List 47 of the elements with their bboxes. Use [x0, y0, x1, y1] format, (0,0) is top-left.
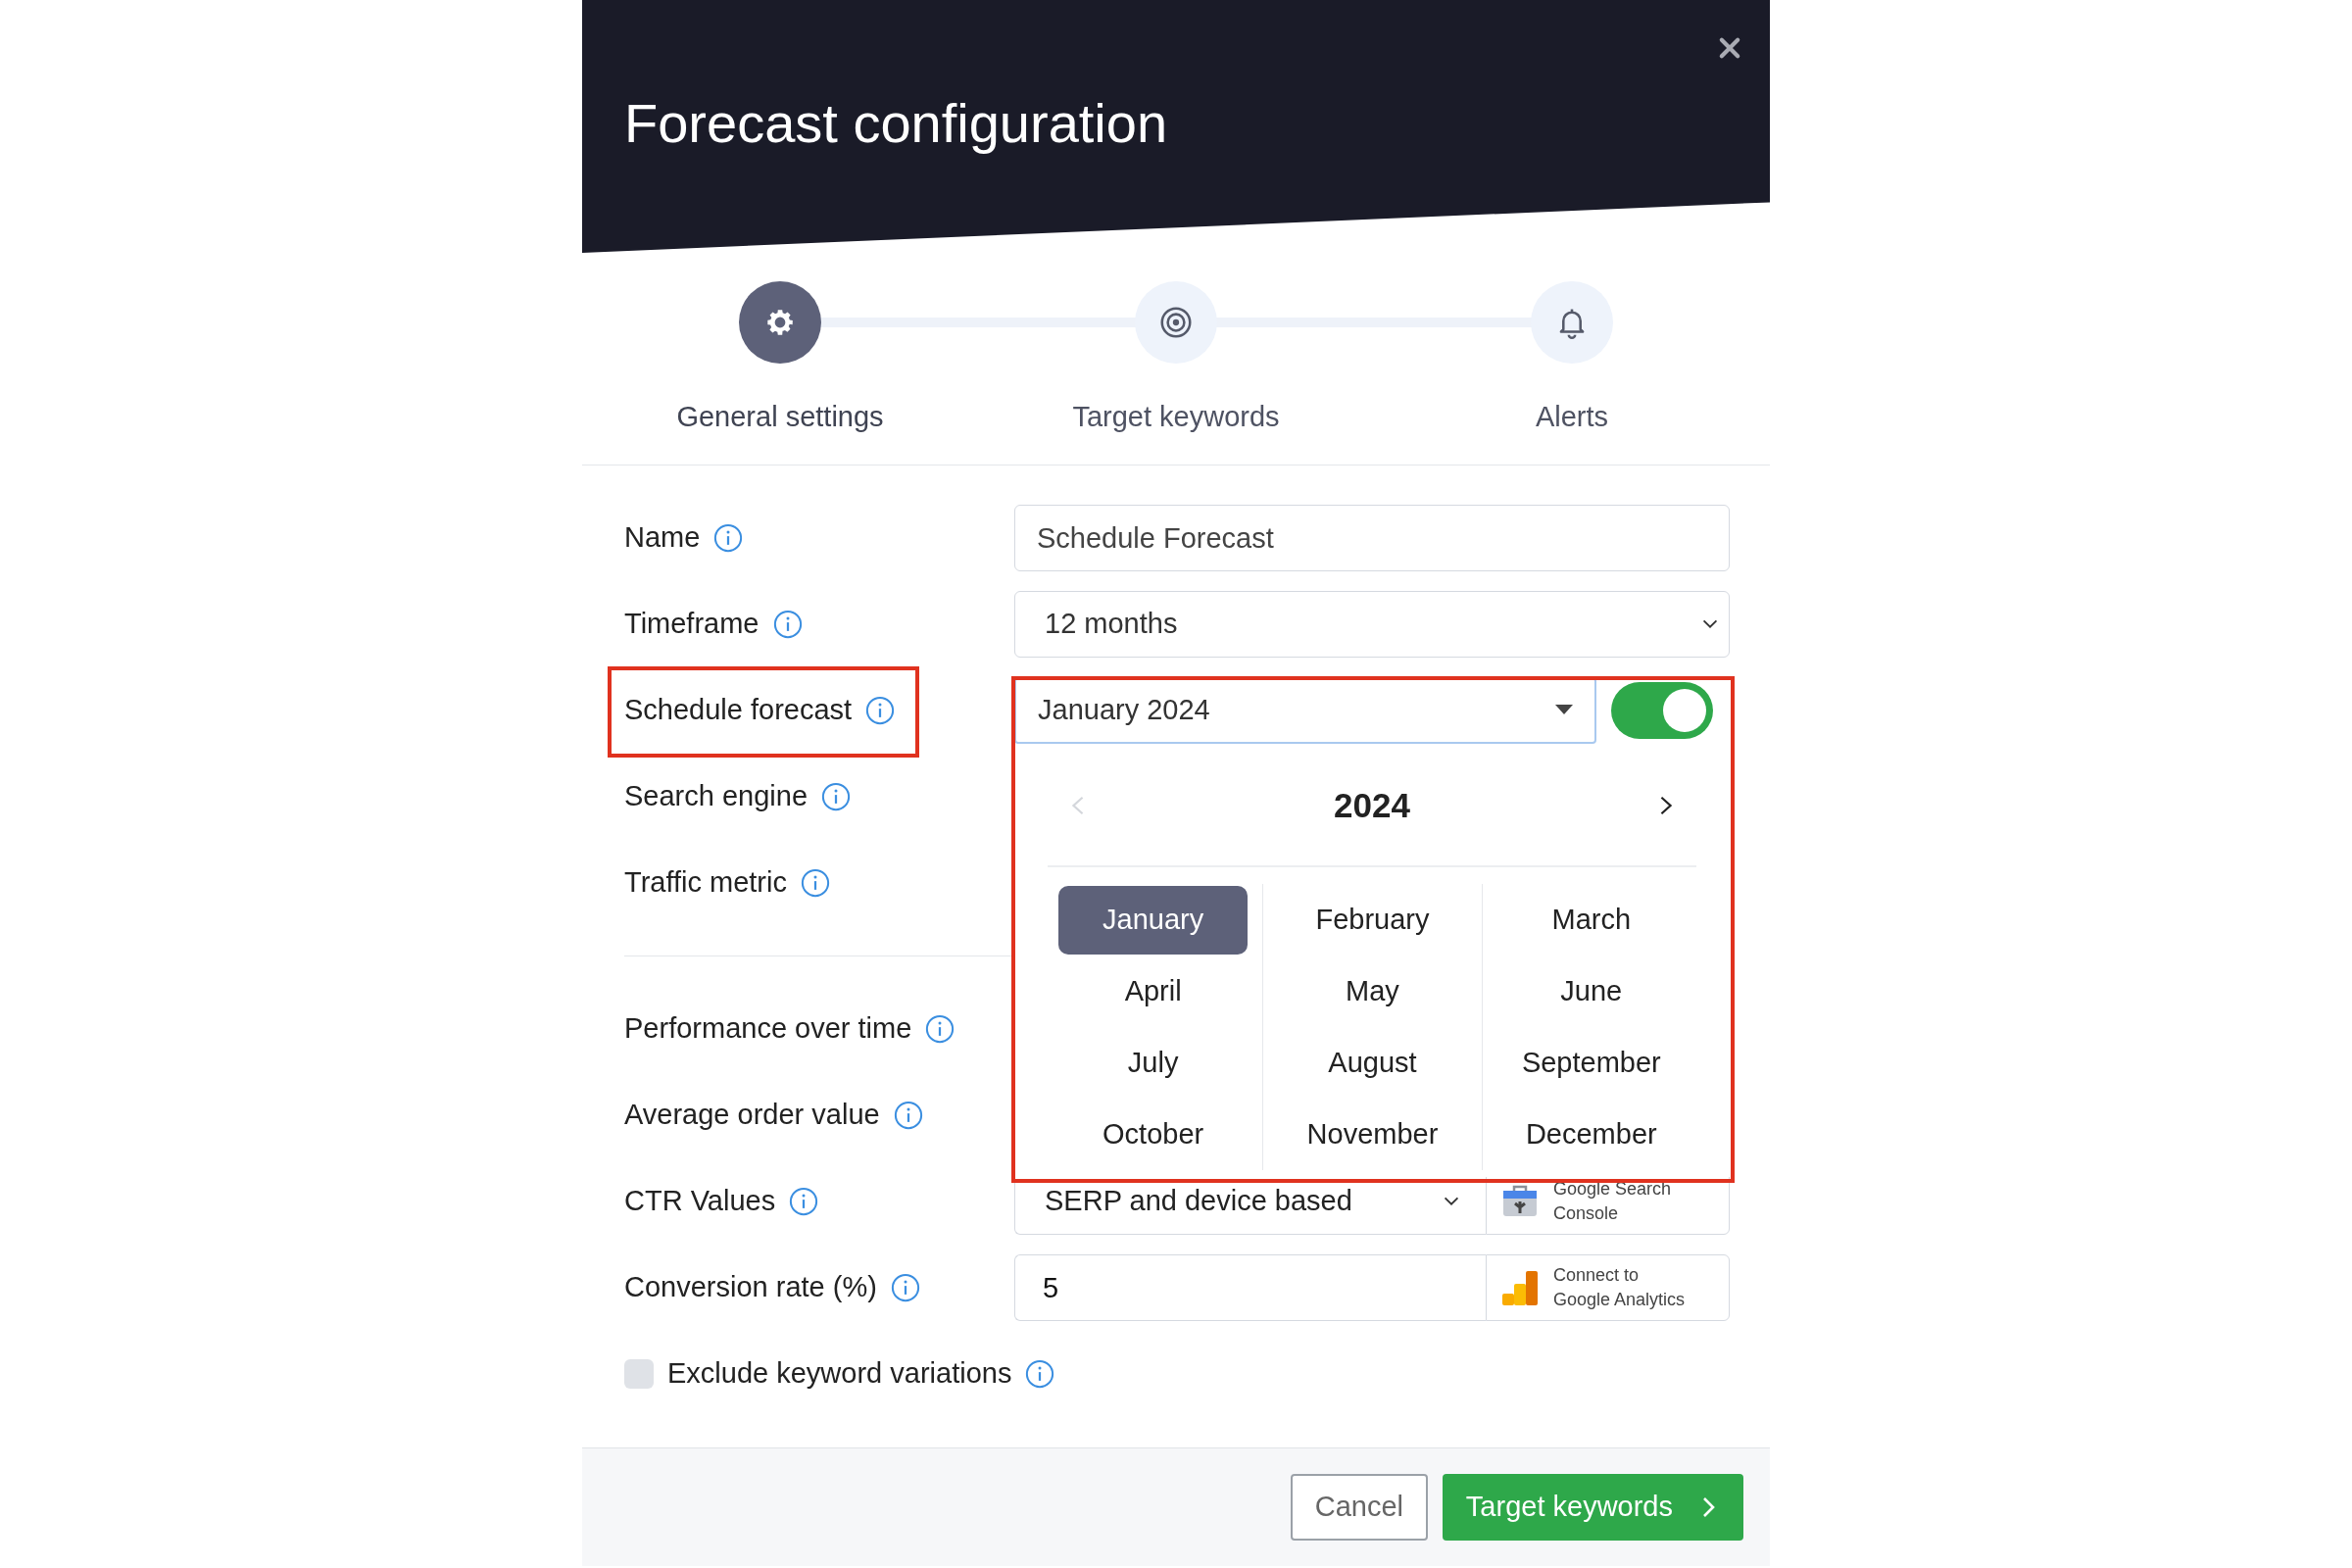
step-label: Alerts [1535, 400, 1609, 434]
field-label: Average order value [624, 1098, 880, 1133]
month-option[interactable]: March [1496, 885, 1687, 955]
month-option[interactable]: June [1496, 956, 1687, 1026]
info-icon[interactable] [821, 782, 852, 811]
month-option[interactable]: August [1278, 1028, 1467, 1098]
month-option[interactable]: November [1278, 1100, 1467, 1169]
select-field[interactable]: 12 months [1014, 591, 1730, 658]
info-icon[interactable] [1025, 1359, 1055, 1389]
month-option[interactable]: January [1058, 885, 1249, 955]
info-icon[interactable] [713, 523, 744, 553]
month-dropdown[interactable]: January 2024 [1014, 677, 1596, 744]
month-option[interactable]: December [1496, 1100, 1687, 1169]
cancel-button[interactable]: Cancel [1290, 1474, 1428, 1541]
field-label: Timeframe [624, 607, 760, 642]
field-label: Conversion rate (%) [624, 1270, 877, 1305]
info-icon[interactable] [865, 696, 896, 725]
info-icon[interactable] [890, 1273, 920, 1302]
month-option[interactable]: February [1278, 885, 1467, 955]
month-option[interactable]: April [1058, 956, 1249, 1026]
field-label: Traffic metric [624, 865, 787, 901]
field-label: CTR Values [624, 1184, 776, 1219]
text-input[interactable]: Schedule Forecast [1014, 505, 1730, 571]
year-label: 2024 [1334, 784, 1410, 826]
month-option[interactable]: May [1278, 956, 1467, 1026]
bar-chart-icon [1500, 1268, 1540, 1307]
field-label: Name [624, 520, 701, 556]
month-option[interactable]: September [1496, 1028, 1687, 1098]
toggle-switch[interactable] [1611, 682, 1713, 739]
step-label: Target keywords [1072, 400, 1280, 434]
caret-icon [1555, 705, 1573, 716]
info-icon[interactable] [800, 868, 830, 898]
step-label: General settings [676, 400, 884, 434]
info-icon[interactable] [789, 1187, 819, 1216]
month-option[interactable]: October [1058, 1100, 1249, 1169]
checkbox-label: Exclude keyword variations [667, 1356, 1012, 1392]
text-input[interactable]: 5 [1014, 1254, 1486, 1321]
field-label: Schedule forecast [624, 693, 853, 728]
month-option[interactable]: July [1058, 1028, 1249, 1098]
field-label: Search engine [624, 779, 808, 814]
checkbox[interactable] [624, 1359, 654, 1389]
field-label: Performance over time [624, 1011, 912, 1047]
info-icon[interactable] [772, 610, 803, 639]
connect-link[interactable]: Google Search Console [1553, 1177, 1700, 1226]
info-icon[interactable] [893, 1101, 923, 1130]
connect-link[interactable]: Connect to Google Analytics [1553, 1263, 1700, 1312]
info-icon[interactable] [925, 1014, 956, 1044]
